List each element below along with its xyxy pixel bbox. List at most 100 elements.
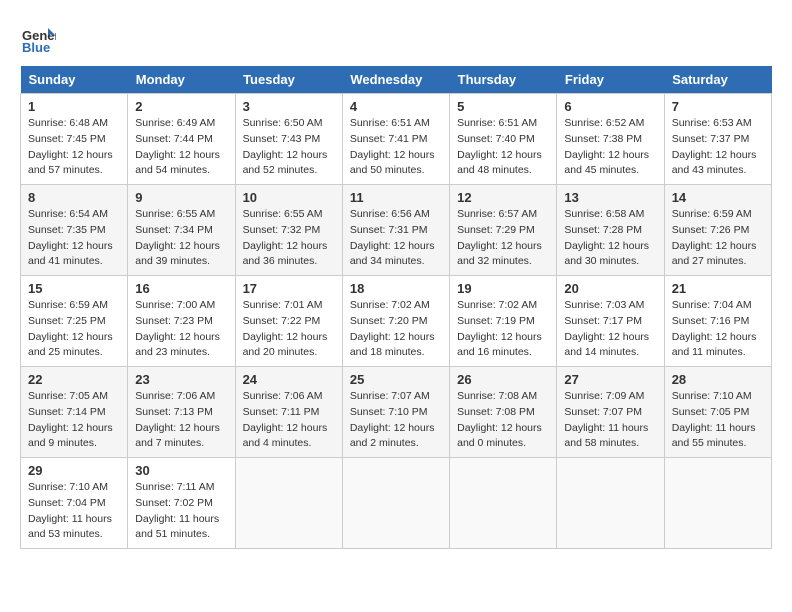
sunset-text: Sunset: 7:41 PM: [350, 133, 428, 145]
table-row: 12 Sunrise: 6:57 AM Sunset: 7:29 PM Dayl…: [450, 185, 557, 276]
table-row: 11 Sunrise: 6:56 AM Sunset: 7:31 PM Dayl…: [342, 185, 449, 276]
day-number: 29: [28, 463, 120, 478]
sunset-text: Sunset: 7:37 PM: [672, 133, 750, 145]
sunset-text: Sunset: 7:26 PM: [672, 224, 750, 236]
calendar-week-row: 1 Sunrise: 6:48 AM Sunset: 7:45 PM Dayli…: [21, 94, 772, 185]
table-row: 8 Sunrise: 6:54 AM Sunset: 7:35 PM Dayli…: [21, 185, 128, 276]
day-number: 5: [457, 99, 549, 114]
daylight-text: Daylight: 12 hours and 11 minutes.: [672, 331, 757, 359]
calendar-week-row: 15 Sunrise: 6:59 AM Sunset: 7:25 PM Dayl…: [21, 276, 772, 367]
logo: General Blue: [20, 20, 62, 56]
daylight-text: Daylight: 12 hours and 23 minutes.: [135, 331, 220, 359]
sunset-text: Sunset: 7:23 PM: [135, 315, 213, 327]
sunrise-text: Sunrise: 6:59 AM: [28, 299, 108, 311]
day-number: 19: [457, 281, 549, 296]
table-row: 17 Sunrise: 7:01 AM Sunset: 7:22 PM Dayl…: [235, 276, 342, 367]
col-tuesday: Tuesday: [235, 66, 342, 94]
sunrise-text: Sunrise: 7:10 AM: [672, 390, 752, 402]
calendar-week-row: 22 Sunrise: 7:05 AM Sunset: 7:14 PM Dayl…: [21, 367, 772, 458]
day-number: 18: [350, 281, 442, 296]
daylight-text: Daylight: 12 hours and 39 minutes.: [135, 240, 220, 268]
sunrise-text: Sunrise: 7:03 AM: [564, 299, 644, 311]
daylight-text: Daylight: 12 hours and 9 minutes.: [28, 422, 113, 450]
daylight-text: Daylight: 12 hours and 50 minutes.: [350, 149, 435, 177]
daylight-text: Daylight: 12 hours and 45 minutes.: [564, 149, 649, 177]
day-number: 2: [135, 99, 227, 114]
day-number: 27: [564, 372, 656, 387]
table-row: 5 Sunrise: 6:51 AM Sunset: 7:40 PM Dayli…: [450, 94, 557, 185]
daylight-text: Daylight: 12 hours and 41 minutes.: [28, 240, 113, 268]
table-row: [664, 458, 771, 549]
table-row: 25 Sunrise: 7:07 AM Sunset: 7:10 PM Dayl…: [342, 367, 449, 458]
col-monday: Monday: [128, 66, 235, 94]
page-header: General Blue: [20, 20, 772, 56]
table-row: 13 Sunrise: 6:58 AM Sunset: 7:28 PM Dayl…: [557, 185, 664, 276]
sunset-text: Sunset: 7:44 PM: [135, 133, 213, 145]
table-row: 19 Sunrise: 7:02 AM Sunset: 7:19 PM Dayl…: [450, 276, 557, 367]
daylight-text: Daylight: 12 hours and 54 minutes.: [135, 149, 220, 177]
sunrise-text: Sunrise: 6:58 AM: [564, 208, 644, 220]
daylight-text: Daylight: 12 hours and 57 minutes.: [28, 149, 113, 177]
sunrise-text: Sunrise: 6:56 AM: [350, 208, 430, 220]
table-row: 23 Sunrise: 7:06 AM Sunset: 7:13 PM Dayl…: [128, 367, 235, 458]
sunset-text: Sunset: 7:43 PM: [243, 133, 321, 145]
sunset-text: Sunset: 7:13 PM: [135, 406, 213, 418]
sunset-text: Sunset: 7:07 PM: [564, 406, 642, 418]
table-row: 3 Sunrise: 6:50 AM Sunset: 7:43 PM Dayli…: [235, 94, 342, 185]
table-row: 1 Sunrise: 6:48 AM Sunset: 7:45 PM Dayli…: [21, 94, 128, 185]
table-row: [342, 458, 449, 549]
sunset-text: Sunset: 7:31 PM: [350, 224, 428, 236]
sunrise-text: Sunrise: 7:00 AM: [135, 299, 215, 311]
sunrise-text: Sunrise: 7:07 AM: [350, 390, 430, 402]
daylight-text: Daylight: 12 hours and 30 minutes.: [564, 240, 649, 268]
day-number: 6: [564, 99, 656, 114]
daylight-text: Daylight: 11 hours and 58 minutes.: [564, 422, 648, 450]
table-row: 4 Sunrise: 6:51 AM Sunset: 7:41 PM Dayli…: [342, 94, 449, 185]
table-row: 7 Sunrise: 6:53 AM Sunset: 7:37 PM Dayli…: [664, 94, 771, 185]
calendar-table: Sunday Monday Tuesday Wednesday Thursday…: [20, 66, 772, 549]
sunset-text: Sunset: 7:28 PM: [564, 224, 642, 236]
sunset-text: Sunset: 7:40 PM: [457, 133, 535, 145]
table-row: 26 Sunrise: 7:08 AM Sunset: 7:08 PM Dayl…: [450, 367, 557, 458]
sunset-text: Sunset: 7:10 PM: [350, 406, 428, 418]
table-row: 20 Sunrise: 7:03 AM Sunset: 7:17 PM Dayl…: [557, 276, 664, 367]
table-row: 28 Sunrise: 7:10 AM Sunset: 7:05 PM Dayl…: [664, 367, 771, 458]
col-sunday: Sunday: [21, 66, 128, 94]
day-number: 15: [28, 281, 120, 296]
sunset-text: Sunset: 7:04 PM: [28, 497, 106, 509]
sunrise-text: Sunrise: 6:55 AM: [135, 208, 215, 220]
table-row: 15 Sunrise: 6:59 AM Sunset: 7:25 PM Dayl…: [21, 276, 128, 367]
sunrise-text: Sunrise: 6:48 AM: [28, 117, 108, 129]
sunset-text: Sunset: 7:16 PM: [672, 315, 750, 327]
sunrise-text: Sunrise: 6:54 AM: [28, 208, 108, 220]
logo-icon: General Blue: [20, 20, 56, 56]
calendar-week-row: 29 Sunrise: 7:10 AM Sunset: 7:04 PM Dayl…: [21, 458, 772, 549]
day-number: 28: [672, 372, 764, 387]
sunset-text: Sunset: 7:17 PM: [564, 315, 642, 327]
daylight-text: Daylight: 12 hours and 18 minutes.: [350, 331, 435, 359]
table-row: 10 Sunrise: 6:55 AM Sunset: 7:32 PM Dayl…: [235, 185, 342, 276]
day-number: 11: [350, 190, 442, 205]
sunset-text: Sunset: 7:34 PM: [135, 224, 213, 236]
col-saturday: Saturday: [664, 66, 771, 94]
sunset-text: Sunset: 7:14 PM: [28, 406, 106, 418]
day-number: 24: [243, 372, 335, 387]
sunset-text: Sunset: 7:45 PM: [28, 133, 106, 145]
sunrise-text: Sunrise: 7:02 AM: [350, 299, 430, 311]
daylight-text: Daylight: 11 hours and 51 minutes.: [135, 513, 219, 541]
day-number: 13: [564, 190, 656, 205]
daylight-text: Daylight: 12 hours and 7 minutes.: [135, 422, 220, 450]
day-number: 3: [243, 99, 335, 114]
daylight-text: Daylight: 12 hours and 0 minutes.: [457, 422, 542, 450]
day-number: 7: [672, 99, 764, 114]
day-number: 10: [243, 190, 335, 205]
sunset-text: Sunset: 7:38 PM: [564, 133, 642, 145]
day-number: 9: [135, 190, 227, 205]
sunset-text: Sunset: 7:19 PM: [457, 315, 535, 327]
sunrise-text: Sunrise: 7:10 AM: [28, 481, 108, 493]
daylight-text: Daylight: 11 hours and 55 minutes.: [672, 422, 756, 450]
sunrise-text: Sunrise: 6:59 AM: [672, 208, 752, 220]
daylight-text: Daylight: 12 hours and 48 minutes.: [457, 149, 542, 177]
table-row: 29 Sunrise: 7:10 AM Sunset: 7:04 PM Dayl…: [21, 458, 128, 549]
table-row: 21 Sunrise: 7:04 AM Sunset: 7:16 PM Dayl…: [664, 276, 771, 367]
